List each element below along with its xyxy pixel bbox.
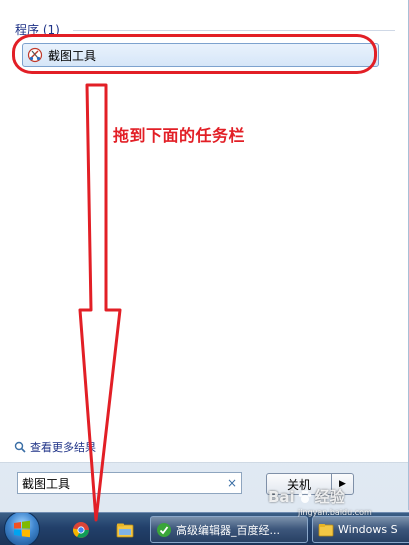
see-more-results-link[interactable]: 查看更多结果 [14,439,96,455]
programs-section-title: 程序 (1) [15,23,60,37]
program-item-snipping-tool[interactable]: 截图工具 [22,43,379,67]
shutdown-options-arrow-icon[interactable]: ▶ [332,473,354,495]
taskbar-button-editor[interactable]: 高级编辑器_百度经... [150,516,308,543]
file-explorer-icon [116,523,134,538]
clear-search-icon[interactable]: × [223,476,241,490]
taskbar-button-label: 高级编辑器_百度经... [176,523,280,537]
start-menu: 程序 (1) 截图工具 拖到下面的任务栏 查看更多结果 × [0,0,409,510]
see-more-results-label: 查看更多结果 [30,441,96,454]
shutdown-group: 关机 ▶ [266,473,354,495]
program-label: 截图工具 [48,48,97,63]
pinned-chrome[interactable] [64,517,98,543]
chrome-icon [72,522,89,538]
windows-orb-icon [14,520,30,538]
annotation-text: 拖到下面的任务栏 [113,126,246,145]
taskbar: 高级编辑器_百度经... Windows S [0,512,409,545]
taskbar-button-label: Windows S [338,523,398,536]
magnifier-icon [14,441,26,453]
shutdown-button[interactable]: 关机 [266,473,332,495]
section-divider [73,30,395,31]
programs-section-header: 程序 (1) [15,21,395,38]
folder-icon [318,523,334,536]
taskbar-button-windows-s[interactable]: Windows S [312,516,409,543]
pinned-file-explorer[interactable] [108,517,142,543]
search-results-panel: 程序 (1) 截图工具 拖到下面的任务栏 查看更多结果 [0,0,408,463]
start-button[interactable] [4,513,40,545]
start-search-input[interactable] [18,476,223,490]
start-search-box[interactable]: × [17,472,242,494]
editor-icon [157,522,171,537]
snipping-tool-icon [27,47,43,63]
